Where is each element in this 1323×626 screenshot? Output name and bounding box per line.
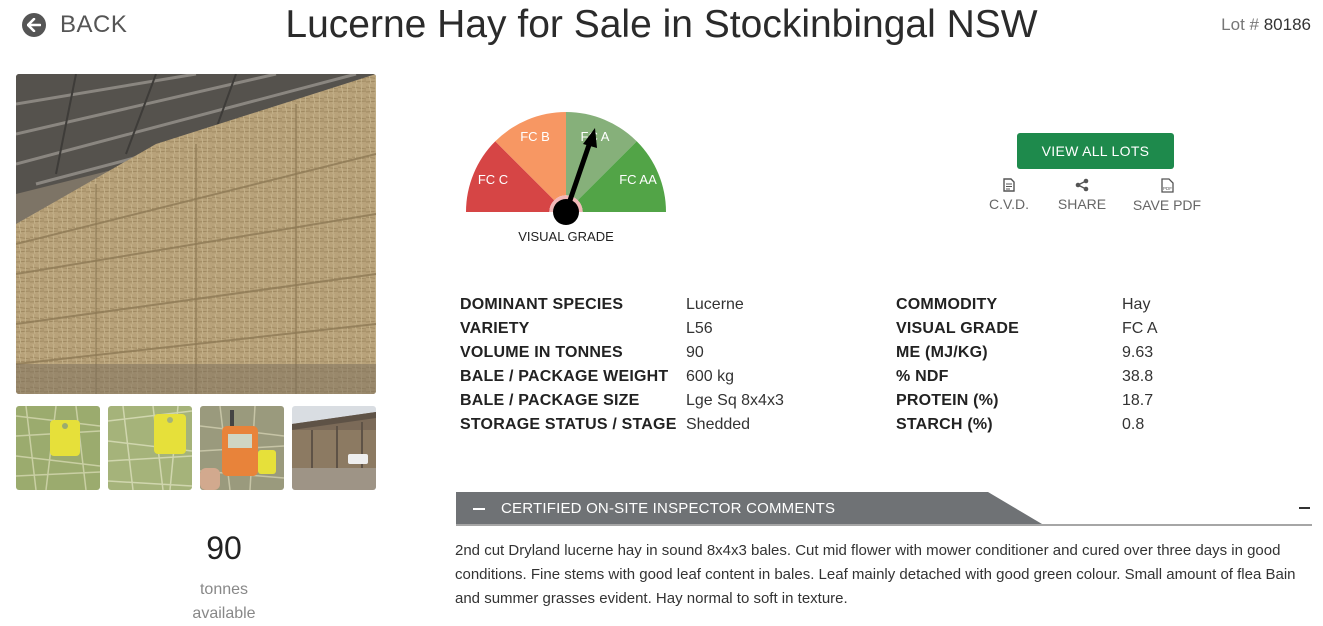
- collapse-toggle-icon[interactable]: [1299, 507, 1310, 509]
- gauge-label-fc-b: FC B: [520, 129, 550, 144]
- cvd-button[interactable]: C.V.D.: [985, 178, 1033, 212]
- pdf-file-icon: PDF: [1160, 178, 1174, 193]
- spec-value: Lucerne: [686, 296, 744, 313]
- spec-row: VOLUME IN TONNES 90: [460, 341, 784, 365]
- spec-label: STARCH (%): [896, 416, 993, 433]
- inspector-comments-header[interactable]: CERTIFIED ON-SITE INSPECTOR COMMENTS: [456, 492, 1312, 526]
- spec-row: % NDF 38.8: [896, 365, 1158, 389]
- share-button[interactable]: SHARE: [1052, 178, 1112, 212]
- save-pdf-label: SAVE PDF: [1132, 197, 1202, 213]
- gauge-label-fc-c: FC C: [478, 172, 508, 187]
- spec-label: ME (MJ/KG): [896, 344, 988, 361]
- inspector-comments-title: CERTIFIED ON-SITE INSPECTOR COMMENTS: [501, 500, 836, 517]
- spec-label: % NDF: [896, 368, 949, 385]
- spec-value: 0.8: [1122, 416, 1145, 433]
- share-label: SHARE: [1057, 196, 1107, 212]
- collapse-icon: [473, 508, 485, 510]
- specs-table-right: COMMODITY Hay VISUAL GRADE FC A ME (MJ/KG)…: [896, 293, 1158, 437]
- spec-value: 90: [686, 344, 704, 361]
- lot-number-value: 80186: [1263, 15, 1311, 34]
- spec-row: COMMODITY Hay: [896, 293, 1158, 317]
- spec-label: VOLUME IN TONNES: [460, 344, 623, 361]
- gauge-label-fc-aa: FC AA: [619, 172, 657, 187]
- share-icon: [1075, 178, 1089, 192]
- tonnes-available-label: tonnes available: [124, 578, 324, 626]
- thumbnail-moisture-meter[interactable]: [200, 406, 284, 490]
- spec-label: DOMINANT SPECIES: [460, 296, 624, 313]
- thumbnail-hay-shed[interactable]: [292, 406, 376, 490]
- spec-label: COMMODITY: [896, 296, 998, 313]
- inspector-comments-text: 2nd cut Dryland lucerne hay in sound 8x4…: [455, 542, 1296, 607]
- spec-row: DOMINANT SPECIES Lucerne: [460, 293, 784, 317]
- spec-value: 18.7: [1122, 392, 1154, 409]
- hay-bales-in-shed-photo[interactable]: [16, 74, 376, 394]
- visual-grade-gauge: FC C FC B FC A FC AA: [462, 106, 672, 231]
- spec-label: VISUAL GRADE: [896, 320, 1020, 337]
- spec-label: VARIETY: [460, 320, 530, 337]
- spec-value: FC A: [1122, 320, 1158, 337]
- view-all-lots-button[interactable]: VIEW ALL LOTS: [1017, 133, 1174, 169]
- spec-label: STORAGE STATUS / STAGE: [460, 416, 677, 433]
- save-pdf-button[interactable]: PDF SAVE PDF: [1128, 178, 1206, 213]
- page-title: Lucerne Hay for Sale in Stockinbingal NS…: [285, 3, 1038, 46]
- thumbnail-hay-tag-2[interactable]: [108, 406, 192, 490]
- unit-line-tonnes: tonnes: [199, 581, 249, 598]
- spec-value: Lge Sq 8x4x3: [686, 392, 784, 409]
- specs-table-left: DOMINANT SPECIES Lucerne VARIETY L56 VOLUM…: [460, 293, 784, 437]
- spec-label: BALE / PACKAGE WEIGHT: [460, 368, 669, 385]
- spec-value: 9.63: [1122, 344, 1154, 361]
- cvd-label: C.V.D.: [989, 196, 1029, 212]
- spec-row: VISUAL GRADE FC A: [896, 317, 1158, 341]
- thumbnail-hay-tag-1[interactable]: [16, 406, 100, 490]
- lot-prefix: Lot #: [1221, 15, 1259, 34]
- document-icon: [1003, 178, 1015, 192]
- gauge-caption: VISUAL GRADE: [518, 229, 614, 244]
- spec-row: PROTEIN (%) 18.7: [896, 389, 1158, 413]
- spec-row: BALE / PACKAGE SIZE Lge Sq 8x4x3: [460, 389, 784, 413]
- spec-value: 600 kg: [686, 368, 735, 385]
- spec-row: ME (MJ/KG) 9.63: [896, 341, 1158, 365]
- spec-row: STORAGE STATUS / STAGE Shedded: [460, 413, 784, 437]
- spec-value: Hay: [1122, 296, 1151, 313]
- lot-number: Lot # 80186: [1221, 15, 1311, 35]
- spec-row: VARIETY L56: [460, 317, 784, 341]
- spec-row: STARCH (%) 0.8: [896, 413, 1158, 437]
- spec-row: BALE / PACKAGE WEIGHT 600 kg: [460, 365, 784, 389]
- spec-value: Shedded: [686, 416, 751, 433]
- unit-line-available: available: [192, 605, 256, 622]
- spec-label: PROTEIN (%): [896, 392, 999, 409]
- spec-value: L56: [686, 320, 713, 337]
- tonnes-available-amount: 90: [206, 530, 242, 566]
- spec-value: 38.8: [1122, 368, 1154, 385]
- spec-label: BALE / PACKAGE SIZE: [460, 392, 640, 409]
- pdf-icon-text: PDF: [1163, 186, 1172, 191]
